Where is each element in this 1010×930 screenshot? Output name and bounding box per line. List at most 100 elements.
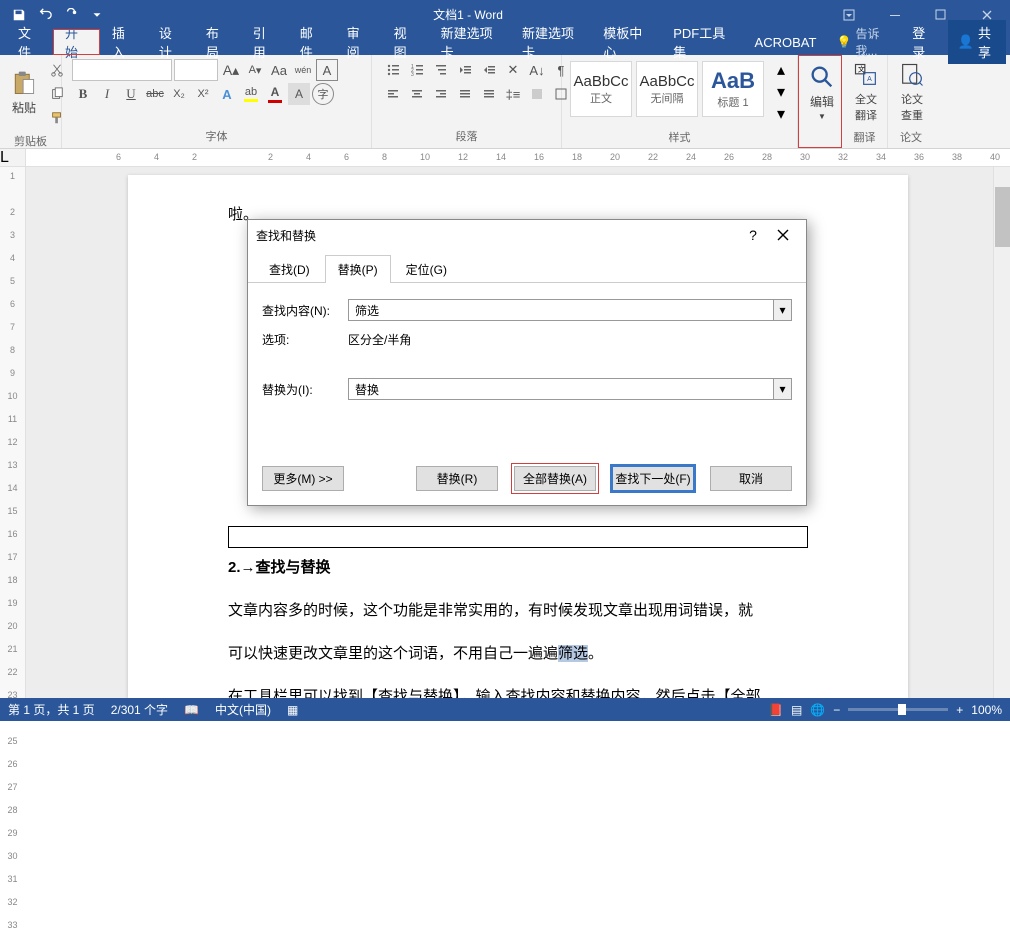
char-shading-icon[interactable]: A: [288, 83, 310, 105]
replace-dropdown-icon[interactable]: ▾: [774, 378, 792, 400]
enclose-char-icon[interactable]: 字: [312, 83, 334, 105]
phonetic-guide-icon[interactable]: wén: [292, 59, 314, 81]
replace-all-button[interactable]: 全部替换(A): [514, 466, 596, 491]
find-input[interactable]: [348, 299, 774, 321]
svg-text:文: 文: [858, 65, 865, 74]
paste-button[interactable]: 粘贴: [4, 57, 44, 127]
tab-layout[interactable]: 布局: [194, 29, 241, 55]
view-print-icon[interactable]: ▤: [791, 703, 802, 717]
grow-font-icon[interactable]: A▴: [220, 59, 242, 81]
tab-file[interactable]: 文件: [6, 29, 53, 55]
tab-newtab2[interactable]: 新建选项卡: [510, 29, 591, 55]
paragraph: 2.→查找与替换: [228, 548, 808, 587]
tab-home[interactable]: 开始: [53, 29, 100, 55]
line-spacing-icon[interactable]: ‡≡: [502, 83, 524, 105]
superscript-button[interactable]: X²: [192, 83, 214, 105]
style-heading1[interactable]: AaB标题 1: [702, 61, 764, 117]
numbering-icon[interactable]: 123: [406, 59, 428, 81]
status-page[interactable]: 第 1 页，共 1 页: [8, 701, 95, 718]
change-case-icon[interactable]: Aa: [268, 59, 290, 81]
tab-view[interactable]: 视图: [382, 29, 429, 55]
scroll-thumb[interactable]: [995, 187, 1010, 247]
zoom-in-icon[interactable]: +: [956, 703, 963, 717]
group-font: A▴ A▾ Aa wén A B I U abc X₂ X² A ab A A …: [62, 55, 372, 148]
zoom-thumb[interactable]: [898, 704, 906, 715]
bullets-icon[interactable]: [382, 59, 404, 81]
style-nospacing[interactable]: AaBbCc无间隔: [636, 61, 698, 117]
zoom-level[interactable]: 100%: [971, 703, 1002, 717]
strikethrough-button[interactable]: abc: [144, 83, 166, 105]
view-web-icon[interactable]: 🌐: [810, 703, 825, 717]
justify-icon[interactable]: [454, 83, 476, 105]
asian-layout-icon[interactable]: ✕: [502, 59, 524, 81]
tab-template[interactable]: 模板中心: [591, 29, 661, 55]
zoom-out-icon[interactable]: −: [833, 703, 840, 717]
styles-scroll-down-icon[interactable]: ▾: [770, 81, 792, 103]
tell-me-search[interactable]: 💡告诉我...: [828, 25, 898, 59]
replace-input[interactable]: [348, 378, 774, 400]
status-proofing-icon[interactable]: 📖: [184, 703, 199, 717]
tab-references[interactable]: 引用: [241, 29, 288, 55]
find-next-button[interactable]: 查找下一处(F): [612, 466, 694, 491]
ruler-vertical[interactable]: 1234567891011121314151617181920212223242…: [0, 167, 26, 698]
more-button[interactable]: 更多(M) >>: [262, 466, 344, 491]
translate-button[interactable]: 文A全文 翻译: [846, 57, 886, 127]
font-size-combo[interactable]: [174, 59, 218, 81]
underline-button[interactable]: U: [120, 83, 142, 105]
char-border-icon[interactable]: A: [316, 59, 338, 81]
zoom-slider[interactable]: [848, 708, 948, 711]
vertical-scrollbar[interactable]: [993, 167, 1010, 698]
font-name-combo[interactable]: [72, 59, 172, 81]
dialog-titlebar[interactable]: 查找和替换 ?: [248, 220, 806, 250]
font-color-icon[interactable]: A: [264, 83, 286, 105]
styles-scroll-up-icon[interactable]: ▴: [770, 59, 792, 81]
dialog-help-icon[interactable]: ?: [738, 221, 768, 249]
sort-icon[interactable]: A↓: [526, 59, 548, 81]
share-button[interactable]: 👤共享: [948, 20, 1006, 64]
tab-review[interactable]: 审阅: [335, 29, 382, 55]
group-editing: 编辑 ▼: [798, 55, 842, 148]
multilevel-icon[interactable]: [430, 59, 452, 81]
cancel-button[interactable]: 取消: [710, 466, 792, 491]
find-label: 查找内容(N):: [262, 302, 338, 319]
shrink-font-icon[interactable]: A▾: [244, 59, 266, 81]
editing-button[interactable]: 编辑 ▼: [802, 57, 842, 127]
ruler-horizontal[interactable]: L 64224681012141618202224262830323436384…: [0, 149, 1010, 167]
replace-button[interactable]: 替换(R): [416, 466, 498, 491]
find-dropdown-icon[interactable]: ▾: [774, 299, 792, 321]
status-macro-icon[interactable]: ▦: [287, 703, 298, 717]
indent-left-icon[interactable]: [454, 59, 476, 81]
tab-find[interactable]: 查找(D): [256, 255, 323, 283]
dup-check-button[interactable]: 论文 查重: [892, 57, 932, 127]
subscript-button[interactable]: X₂: [168, 83, 190, 105]
bold-button[interactable]: B: [72, 83, 94, 105]
group-styles-label: 样式: [566, 127, 793, 147]
tab-newtab1[interactable]: 新建选项卡: [429, 29, 510, 55]
tab-pdftools[interactable]: PDF工具集: [661, 29, 742, 55]
svg-text:A: A: [867, 76, 872, 83]
paragraph: 可以快速更改文章里的这个词语，不用自己一遍遍筛选。: [228, 634, 808, 673]
status-words[interactable]: 2/301 个字: [111, 701, 168, 718]
align-left-icon[interactable]: [382, 83, 404, 105]
align-right-icon[interactable]: [430, 83, 452, 105]
styles-gallery[interactable]: AaBbCc正文 AaBbCc无间隔 AaB标题 1: [566, 57, 768, 121]
text-effects-icon[interactable]: A: [216, 83, 238, 105]
tab-acrobat[interactable]: ACROBAT: [743, 29, 829, 55]
group-translate: 文A全文 翻译 翻译: [842, 55, 888, 148]
indent-right-icon[interactable]: [478, 59, 500, 81]
italic-button[interactable]: I: [96, 83, 118, 105]
highlight-icon[interactable]: ab: [240, 83, 262, 105]
dialog-close-icon[interactable]: [768, 221, 798, 249]
tab-replace[interactable]: 替换(P): [325, 255, 391, 283]
view-read-icon[interactable]: 📕: [768, 703, 783, 717]
style-normal[interactable]: AaBbCc正文: [570, 61, 632, 117]
shading-icon[interactable]: [526, 83, 548, 105]
styles-more-icon[interactable]: ▾: [770, 103, 792, 125]
status-language[interactable]: 中文(中国): [215, 701, 271, 718]
tab-mail[interactable]: 邮件: [288, 29, 335, 55]
tab-design[interactable]: 设计: [147, 29, 194, 55]
tab-insert[interactable]: 插入: [100, 29, 147, 55]
align-center-icon[interactable]: [406, 83, 428, 105]
tab-goto[interactable]: 定位(G): [393, 255, 460, 283]
distribute-icon[interactable]: [478, 83, 500, 105]
